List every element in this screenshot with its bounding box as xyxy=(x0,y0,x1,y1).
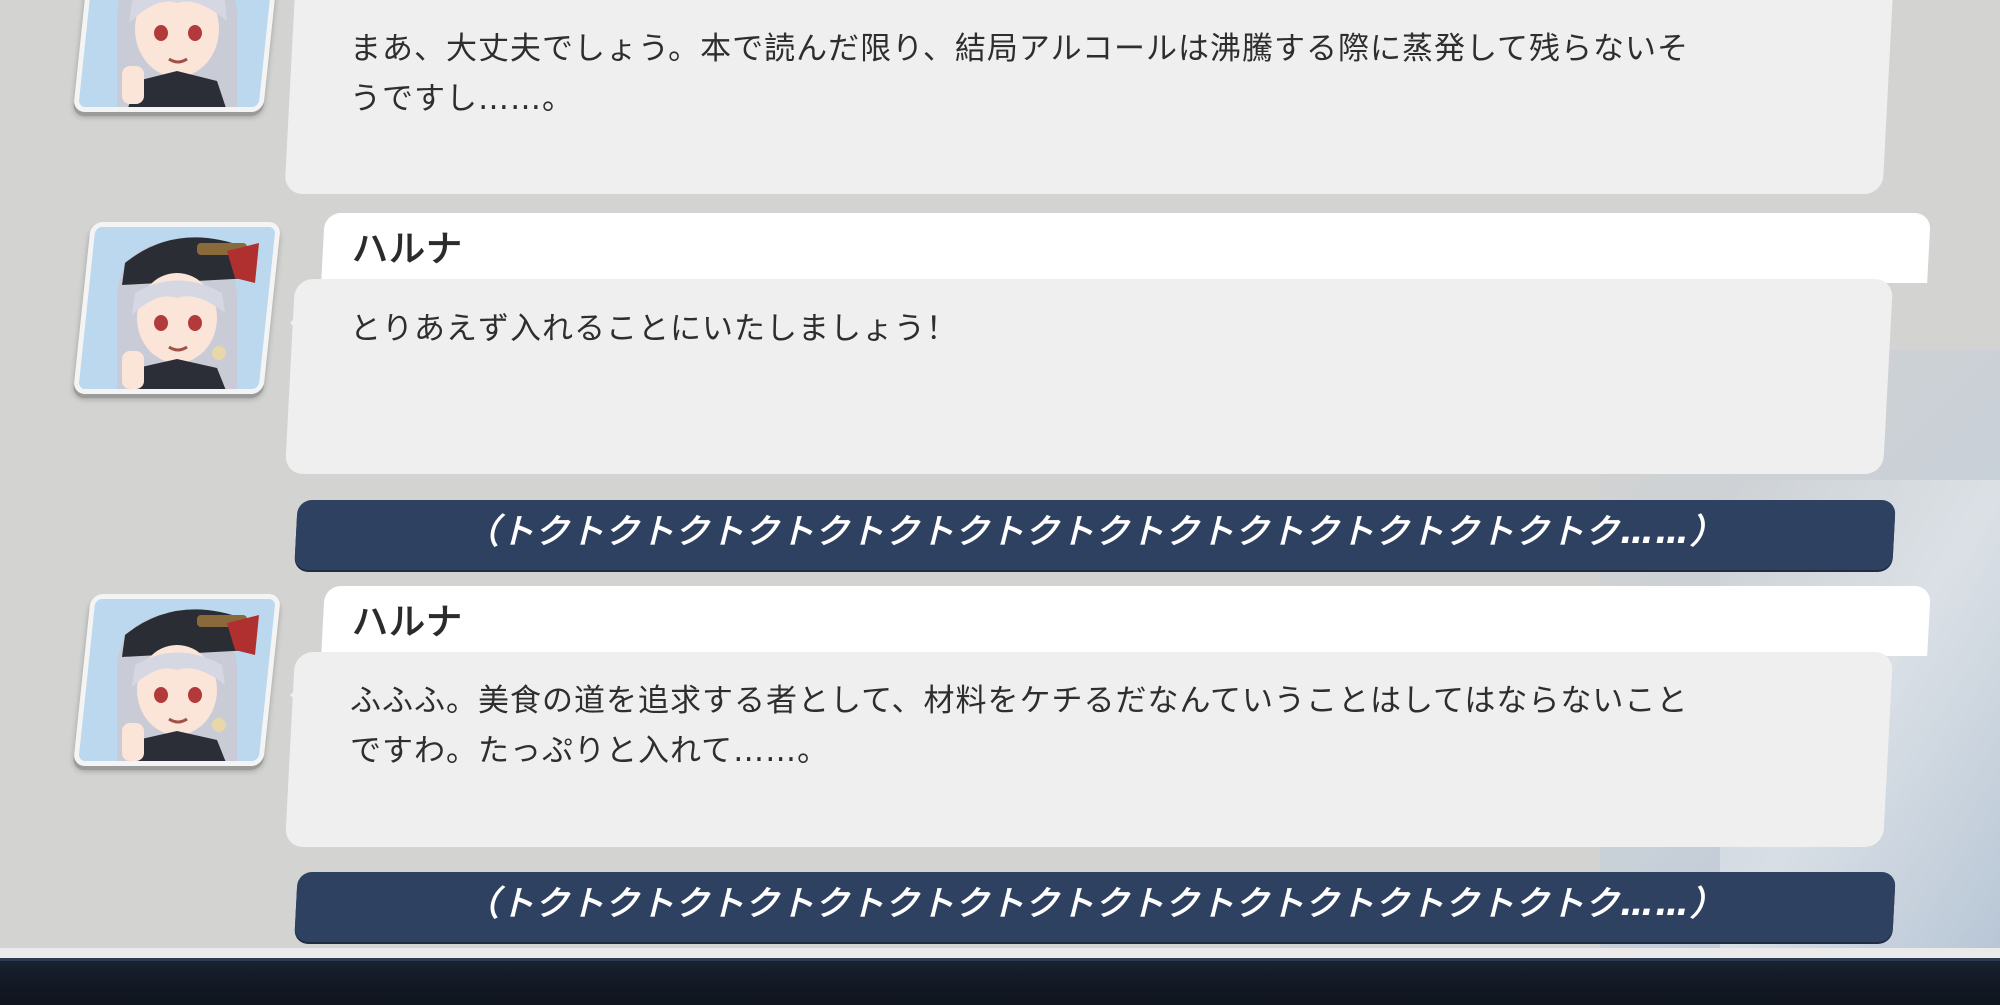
dialogue-text: とりあえず入れることにいたしましょう！ xyxy=(350,311,958,347)
speaker-name-plate xyxy=(321,586,1931,656)
character-portrait xyxy=(72,222,282,394)
dialogue-log-panel[interactable]: まあ、大丈夫でしょう。本で読んだ限り、結局アルコールは沸騰する際に蒸発して残らな… xyxy=(0,0,2000,953)
speaker-name-plate xyxy=(321,213,1931,283)
sound-effect-text: （トクトクトクトクトクトクトクトクトクトクトクトクトクトクトクトク……） xyxy=(465,884,1725,924)
haruna-portrait-icon xyxy=(77,0,277,111)
speaker-name: ハルナ xyxy=(352,229,464,270)
log-panel-bottom-edge xyxy=(0,948,2000,958)
haruna-portrait-icon xyxy=(77,595,277,765)
dialogue-text: まあ、大丈夫でしょう。本で読んだ限り、結局アルコールは沸騰する際に蒸発して残らな… xyxy=(350,31,1690,117)
dialogue-text: ふふふ。美食の道を追求する者として、材料をケチるだなんていうことはしてはならない… xyxy=(350,683,1689,769)
character-portrait xyxy=(72,594,282,766)
character-portrait xyxy=(72,0,282,112)
game-scene-background xyxy=(0,958,2000,1005)
sound-effect-text: （トクトクトクトクトクトクトクトクトクトクトクトクトクトクトクトク……） xyxy=(465,512,1725,552)
haruna-portrait-icon xyxy=(77,223,277,393)
speaker-name: ハルナ xyxy=(352,602,464,643)
